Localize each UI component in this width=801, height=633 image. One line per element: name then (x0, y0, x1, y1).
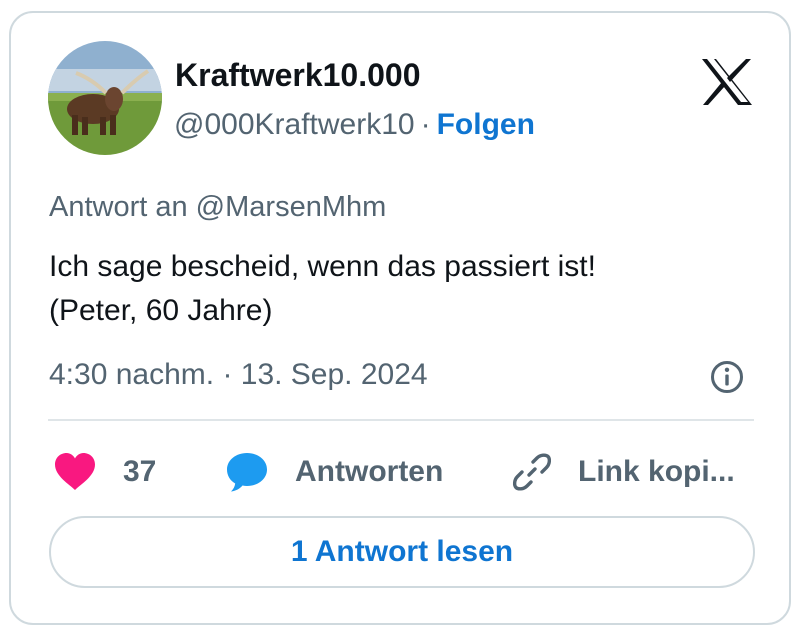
reply-label: Antworten (295, 455, 444, 488)
copy-link-button[interactable]: Link kopi... (512, 449, 735, 495)
tweet-text-line: (Peter, 60 Jahre) (49, 294, 273, 327)
separator-dot: · (420, 108, 431, 141)
author-handle-row: @000Kraftwerk10 · Folgen (174, 108, 535, 142)
read-replies-button[interactable]: 1 Antwort lesen (49, 516, 755, 588)
x-logo-icon[interactable] (700, 58, 754, 106)
follow-button[interactable]: Folgen (437, 108, 535, 141)
copy-link-label: Link kopi... (578, 455, 735, 488)
avatar[interactable] (48, 41, 162, 155)
tweet-text: Ich sage bescheid, wenn das passiert ist… (49, 245, 749, 333)
like-count: 37 (123, 455, 157, 488)
reply-bubble-icon (227, 453, 267, 492)
tweet-card: Kraftwerk10.000 @000Kraftwerk10 · Folgen A… (9, 11, 791, 625)
divider (48, 419, 754, 421)
avatar-image (48, 41, 162, 155)
author-handle[interactable]: @000Kraftwerk10 (174, 108, 415, 141)
tweet-timestamp[interactable]: 4:30 nachm. · 13. Sep. 2024 (49, 358, 428, 392)
tweet-text-line: Ich sage bescheid, wenn das passiert ist… (49, 250, 596, 283)
like-button[interactable]: 37 (53, 449, 156, 495)
author-display-name[interactable]: Kraftwerk10.000 (175, 57, 420, 94)
link-icon (512, 453, 552, 491)
heart-icon (55, 453, 95, 490)
reply-to-text[interactable]: Antwort an @MarsenMhm (49, 191, 386, 224)
reply-button[interactable]: Antworten (225, 449, 443, 495)
info-icon[interactable] (709, 359, 745, 395)
